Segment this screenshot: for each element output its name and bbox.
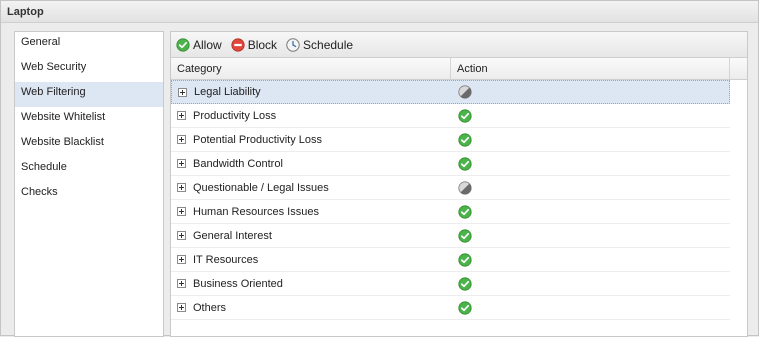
expand-icon[interactable] (177, 183, 186, 192)
category-cell: Bandwidth Control (171, 158, 451, 170)
sidebar-item-label: Schedule (21, 161, 67, 173)
category-label: Productivity Loss (193, 109, 277, 122)
expand-icon[interactable] (177, 279, 186, 288)
sidebar-item-label: General (21, 36, 61, 48)
category-label: Potential Productivity Loss (193, 133, 323, 146)
expand-icon[interactable] (177, 135, 186, 144)
action-cell (451, 276, 730, 291)
action-cell (451, 204, 730, 219)
table-row[interactable]: Productivity Loss (171, 104, 730, 128)
sidebar-item-web-security[interactable]: Web Security (15, 57, 163, 82)
category-label: IT Resources (193, 253, 259, 266)
sidebar-item-checks[interactable]: Checks (15, 182, 163, 207)
category-cell: Legal Liability (172, 86, 451, 98)
category-cell: Productivity Loss (171, 110, 451, 122)
table-row[interactable]: Business Oriented (171, 272, 730, 296)
category-label: General Interest (193, 229, 272, 242)
expand-icon[interactable] (177, 231, 186, 240)
toolbar: Allow Block Schedule (171, 32, 747, 58)
window-title: Laptop (1, 1, 758, 23)
action-cell (451, 85, 729, 99)
table-row[interactable]: Potential Productivity Loss (171, 128, 730, 152)
expand-icon[interactable] (177, 111, 186, 120)
category-cell: Questionable / Legal Issues (171, 182, 451, 194)
category-cell: Business Oriented (171, 278, 451, 290)
table-row[interactable]: Questionable / Legal Issues (171, 176, 730, 200)
sidebar-item-website-whitelist[interactable]: Website Whitelist (15, 107, 163, 132)
action-cell (451, 252, 730, 267)
neutral-icon (458, 180, 472, 195)
sidebar-item-general[interactable]: General (15, 32, 163, 57)
neutral-icon (458, 85, 472, 99)
column-header-category[interactable]: Category (171, 58, 451, 79)
web-filtering-panel: Allow Block Schedule Category Action Leg… (170, 31, 748, 337)
allow-button[interactable]: Allow (176, 38, 222, 52)
allow-icon (458, 300, 472, 315)
block-icon (231, 37, 245, 52)
action-cell (451, 108, 730, 123)
allow-icon (458, 228, 472, 243)
expand-icon[interactable] (177, 207, 186, 216)
grid-header: Category Action (171, 58, 747, 80)
sidebar-item-label: Website Whitelist (21, 111, 106, 123)
category-label: Others (193, 301, 227, 314)
allow-button-label: Allow (193, 37, 222, 52)
sidebar-nav: General Web Security Web Filtering Websi… (14, 31, 164, 337)
expand-icon[interactable] (177, 255, 186, 264)
category-label: Questionable / Legal Issues (193, 181, 329, 194)
clock-icon (286, 37, 300, 52)
expand-icon[interactable] (177, 159, 186, 168)
action-cell (451, 132, 730, 147)
block-button[interactable]: Block (231, 38, 277, 52)
sidebar-item-label: Web Security (21, 61, 87, 73)
allow-icon (458, 132, 472, 147)
sidebar-item-website-blacklist[interactable]: Website Blacklist (15, 132, 163, 157)
allow-icon (458, 108, 472, 123)
sidebar-item-schedule[interactable]: Schedule (15, 157, 163, 182)
allow-icon (458, 156, 472, 171)
allow-icon (458, 276, 472, 291)
table-row[interactable]: Legal Liability (171, 80, 730, 104)
table-row[interactable]: Others (171, 296, 730, 320)
category-label: Business Oriented (193, 277, 283, 290)
block-button-label: Block (247, 37, 278, 52)
category-cell: IT Resources (171, 254, 451, 266)
category-cell: Human Resources Issues (171, 206, 451, 218)
allow-icon (176, 37, 190, 52)
sidebar-item-label: Checks (21, 186, 58, 198)
sidebar-item-label: Website Blacklist (21, 136, 104, 148)
schedule-button[interactable]: Schedule (286, 38, 353, 52)
settings-window: Laptop General Web Security Web Filterin… (0, 0, 759, 337)
table-row[interactable]: Human Resources Issues (171, 200, 730, 224)
category-cell: Others (171, 302, 451, 314)
category-label: Human Resources Issues (193, 205, 319, 218)
column-header-spacer (730, 58, 747, 79)
category-cell: Potential Productivity Loss (171, 134, 451, 146)
table-row[interactable]: General Interest (171, 224, 730, 248)
table-row[interactable]: IT Resources (171, 248, 730, 272)
expand-icon[interactable] (178, 87, 187, 97)
category-label: Legal Liability (194, 86, 261, 98)
expand-icon[interactable] (177, 303, 186, 312)
table-row[interactable]: Bandwidth Control (171, 152, 730, 176)
sidebar-item-web-filtering[interactable]: Web Filtering (15, 82, 163, 107)
sidebar-item-label: Web Filtering (21, 86, 86, 98)
column-header-action[interactable]: Action (451, 58, 730, 79)
action-cell (451, 300, 730, 315)
action-cell (451, 228, 730, 243)
category-grid: Legal Liability Productivity Loss Potent… (171, 80, 730, 320)
schedule-button-label: Schedule (303, 37, 354, 52)
category-cell: General Interest (171, 230, 451, 242)
allow-icon (458, 204, 472, 219)
allow-icon (458, 252, 472, 267)
action-cell (451, 156, 730, 171)
action-cell (451, 180, 730, 195)
category-label: Bandwidth Control (193, 157, 283, 170)
